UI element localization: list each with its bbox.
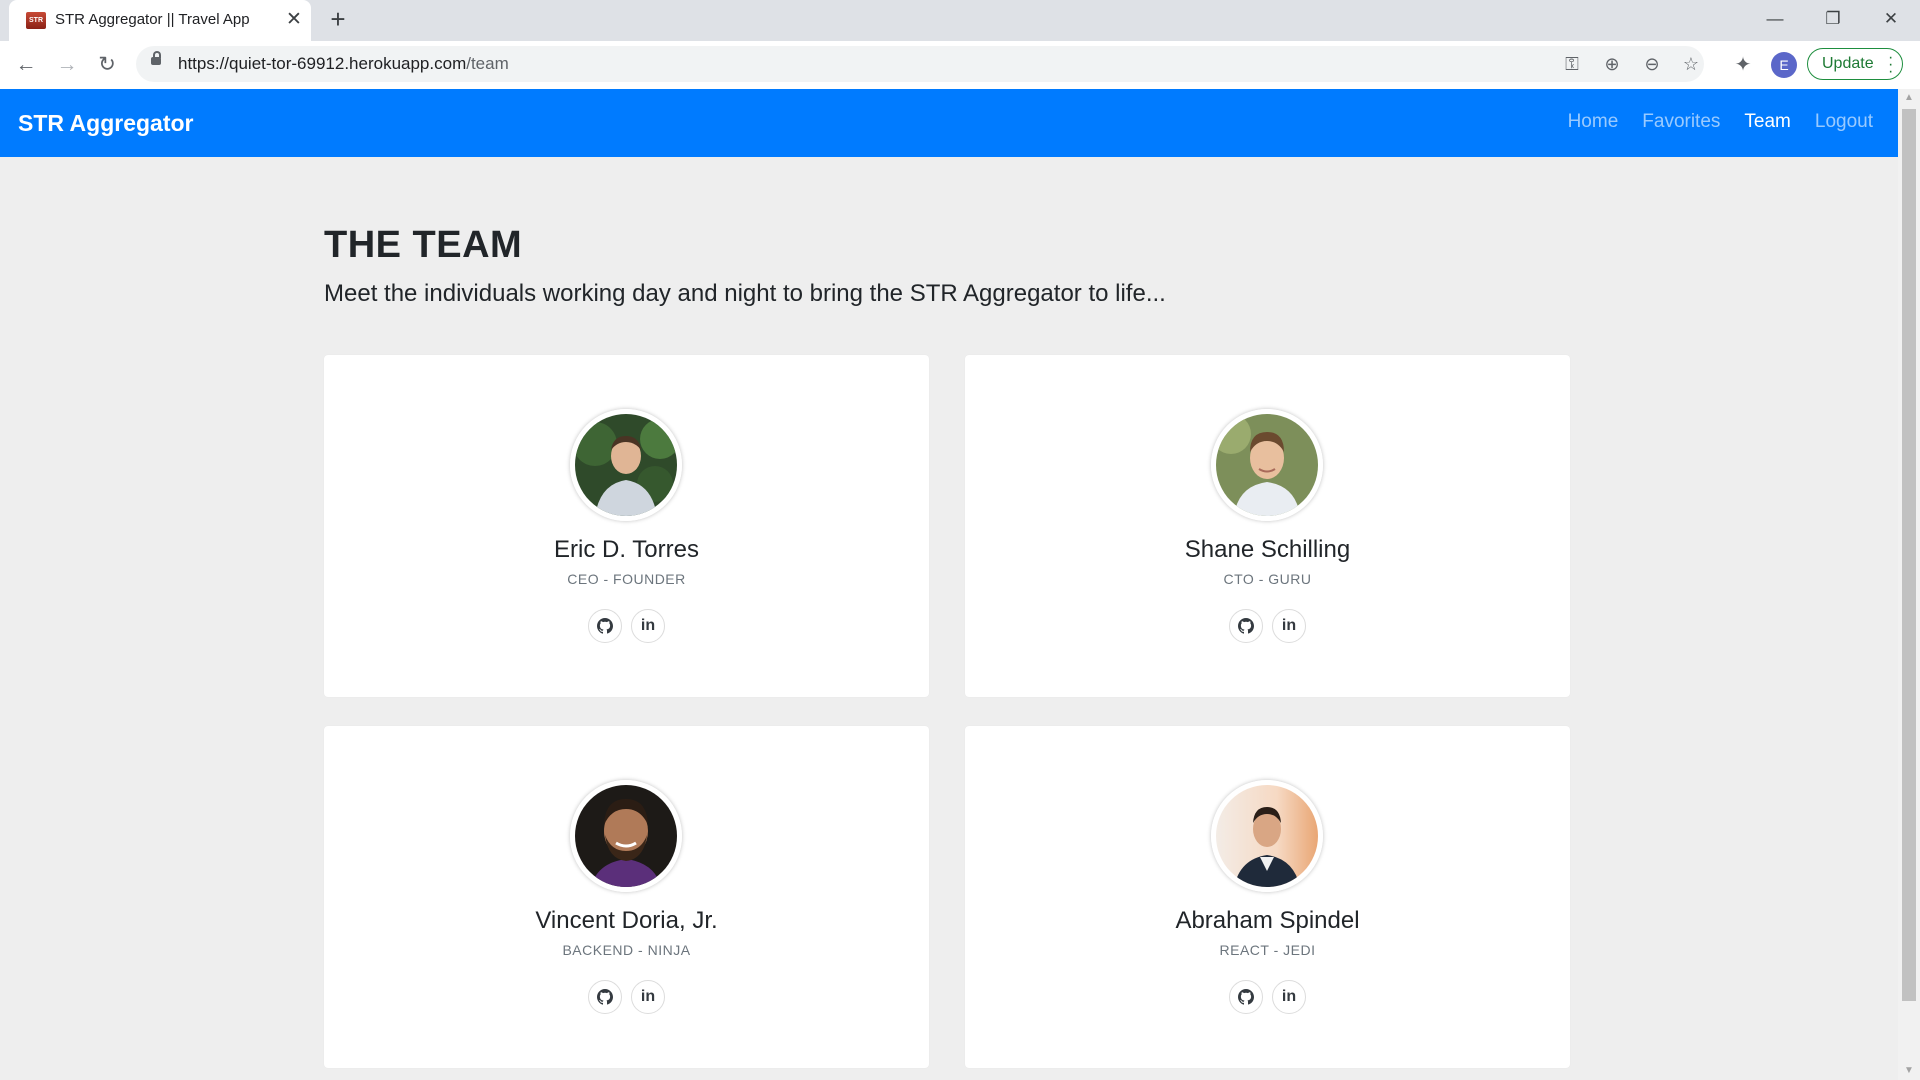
- linkedin-icon: in: [640, 617, 656, 634]
- linkedin-link[interactable]: in: [1272, 980, 1306, 1014]
- extensions-icon[interactable]: ✦: [1729, 51, 1757, 79]
- nav-link-team[interactable]: Team: [1744, 111, 1790, 133]
- linkedin-icon: in: [640, 988, 656, 1005]
- member-role: BACKEND - NINJA: [562, 942, 691, 958]
- github-link[interactable]: [1229, 609, 1263, 643]
- linkedin-icon: in: [1281, 617, 1297, 634]
- github-link[interactable]: [1229, 980, 1263, 1014]
- linkedin-link[interactable]: in: [631, 980, 665, 1014]
- key-icon[interactable]: ⚿: [1560, 52, 1584, 76]
- member-role: CEO - FOUNDER: [567, 571, 686, 587]
- page-viewport: STR Aggregator Home Favorites Team Logou…: [0, 89, 1898, 1080]
- url-text[interactable]: https://quiet-tor-69912.herokuapp.com/te…: [178, 54, 509, 74]
- member-name: Shane Schilling: [1184, 536, 1351, 563]
- nav-link-favorites[interactable]: Favorites: [1642, 111, 1720, 133]
- browser-tab[interactable]: STR STR Aggregator || Travel App ✕: [9, 0, 311, 41]
- reload-icon[interactable]: ↻: [93, 51, 121, 79]
- linkedin-link[interactable]: in: [631, 609, 665, 643]
- nav-link-home[interactable]: Home: [1568, 111, 1619, 133]
- window-close-button[interactable]: ✕: [1863, 0, 1919, 41]
- nav-links: Home Favorites Team Logout: [1568, 111, 1873, 133]
- linkedin-icon: in: [1281, 988, 1297, 1005]
- address-bar[interactable]: https://quiet-tor-69912.herokuapp.com/te…: [136, 46, 1704, 82]
- brand-logo[interactable]: STR Aggregator: [18, 110, 194, 137]
- page-title: THE TEAM: [324, 224, 523, 266]
- browser-tabstrip: STR STR Aggregator || Travel App ✕ + — ❐…: [0, 0, 1920, 41]
- tab-title: STR Aggregator || Travel App: [55, 11, 250, 28]
- team-card: Abraham Spindel REACT - JEDI in: [965, 726, 1570, 1068]
- member-name: Vincent Doria, Jr.: [535, 907, 718, 934]
- close-tab-icon[interactable]: ✕: [282, 8, 306, 32]
- member-role: REACT - JEDI: [1219, 942, 1316, 958]
- page-scrollbar[interactable]: ▲ ▼: [1898, 89, 1920, 1080]
- install-app-icon[interactable]: ⊕: [1600, 52, 1624, 76]
- avatar: [1211, 780, 1323, 892]
- bookmark-star-icon[interactable]: ☆: [1679, 52, 1703, 76]
- team-card: Vincent Doria, Jr. BACKEND - NINJA in: [324, 726, 929, 1068]
- restore-button[interactable]: ❐: [1805, 0, 1861, 41]
- back-arrow-icon[interactable]: ←: [12, 51, 40, 79]
- page-lead: Meet the individuals working day and nig…: [324, 280, 1166, 307]
- team-card: Eric D. Torres CEO - FOUNDER in: [324, 355, 929, 697]
- browser-toolbar: ← → ↻ https://quiet-tor-69912.herokuapp.…: [0, 41, 1920, 90]
- team-card: Shane Schilling CTO - GURU in: [965, 355, 1570, 697]
- app-navbar: STR Aggregator Home Favorites Team Logou…: [0, 89, 1898, 157]
- avatar: [1211, 409, 1323, 521]
- member-name: Abraham Spindel: [1175, 907, 1360, 934]
- scroll-up-icon[interactable]: ▲: [1898, 89, 1920, 107]
- avatar: [570, 780, 682, 892]
- nav-link-logout[interactable]: Logout: [1815, 111, 1873, 133]
- member-name: Eric D. Torres: [554, 536, 699, 563]
- favicon-icon: STR: [26, 12, 46, 29]
- update-button[interactable]: Update · · ·: [1807, 48, 1903, 80]
- github-icon: [1238, 989, 1254, 1005]
- github-icon: [1238, 618, 1254, 634]
- lock-icon[interactable]: [151, 51, 161, 65]
- forward-arrow-icon[interactable]: →: [53, 51, 81, 79]
- scroll-down-icon[interactable]: ▼: [1898, 1062, 1920, 1080]
- avatar: [570, 409, 682, 521]
- scroll-thumb[interactable]: [1902, 109, 1916, 1001]
- linkedin-link[interactable]: in: [1272, 609, 1306, 643]
- new-tab-button[interactable]: +: [325, 6, 351, 33]
- member-role: CTO - GURU: [1223, 571, 1312, 587]
- github-link[interactable]: [588, 980, 622, 1014]
- zoom-icon[interactable]: ⊖: [1640, 52, 1664, 76]
- profile-avatar[interactable]: E: [1771, 52, 1797, 78]
- github-link[interactable]: [588, 609, 622, 643]
- github-icon: [597, 618, 613, 634]
- update-label: Update: [1822, 55, 1874, 72]
- github-icon: [597, 989, 613, 1005]
- more-menu-icon[interactable]: · · ·: [1888, 50, 1893, 80]
- minimize-button[interactable]: —: [1747, 0, 1803, 41]
